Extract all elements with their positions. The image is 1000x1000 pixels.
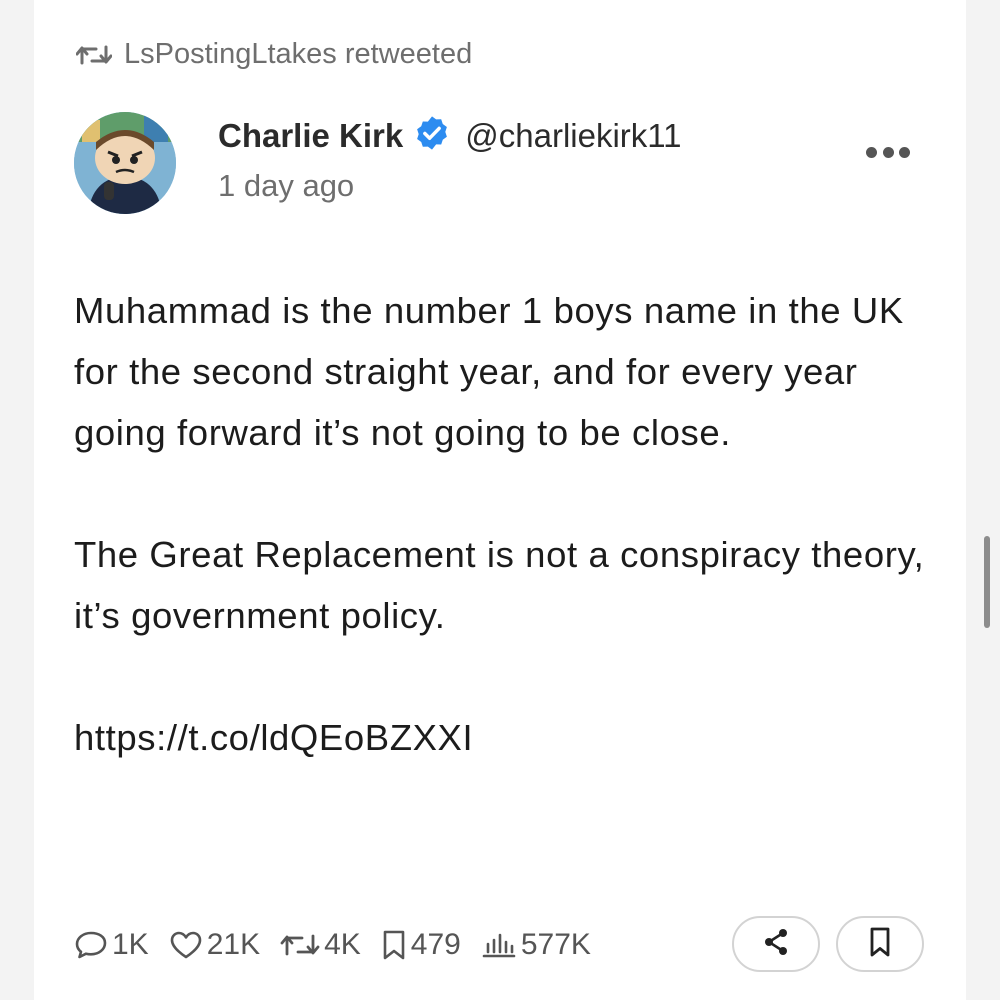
verified-badge-icon	[413, 114, 451, 157]
view-count: 577K	[520, 928, 591, 961]
bookmark-icon	[867, 926, 893, 963]
retweet-label: LsPostingLtakes retweeted	[124, 38, 473, 70]
retweet-indicator: LsPostingLtakes retweeted	[76, 38, 472, 71]
bookmark-button[interactable]	[836, 916, 924, 972]
tweet-timestamp[interactable]: 1 day ago	[218, 168, 354, 204]
reply-count: 1K	[112, 928, 149, 961]
reply-stat[interactable]: 1K	[74, 928, 149, 962]
engagement-stats: 1K 21K 4K 479 577K	[74, 920, 611, 970]
avatar[interactable]	[74, 112, 176, 214]
more-options-button[interactable]	[866, 142, 910, 162]
tweet-paragraph: Muhammad is the number 1 boys name in th…	[74, 290, 904, 453]
share-button[interactable]	[732, 916, 820, 972]
retweet-stat[interactable]: 4K	[280, 928, 361, 962]
retweet-icon	[76, 43, 112, 67]
tweet-text: Muhammad is the number 1 boys name in th…	[74, 280, 944, 768]
like-stat[interactable]: 21K	[169, 928, 260, 962]
retweet-icon	[280, 931, 320, 959]
bookmark-count: 479	[410, 928, 461, 961]
retweet-count: 4K	[324, 928, 361, 961]
bookmark-icon	[381, 929, 407, 961]
author-name[interactable]: Charlie Kirk	[218, 117, 403, 155]
more-dots-icon	[866, 146, 877, 158]
share-icon	[760, 926, 792, 963]
heart-icon	[169, 930, 203, 960]
tweet-card: LsPostingLtakes retweeted Charlie Kirk @…	[34, 0, 966, 1000]
bar-chart-icon	[481, 931, 517, 959]
comment-icon	[74, 930, 108, 960]
tweet-link[interactable]: https://t.co/ldQEoBZXXI	[74, 707, 944, 768]
author-handle[interactable]: @charliekirk11	[465, 117, 681, 155]
views-stat[interactable]: 577K	[481, 928, 591, 962]
author-row: Charlie Kirk @charliekirk11	[218, 114, 682, 157]
scrollbar[interactable]	[984, 536, 990, 628]
tweet-paragraph: The Great Replacement is not a conspirac…	[74, 534, 925, 636]
bookmark-stat[interactable]: 479	[381, 928, 461, 962]
like-count: 21K	[206, 928, 261, 961]
